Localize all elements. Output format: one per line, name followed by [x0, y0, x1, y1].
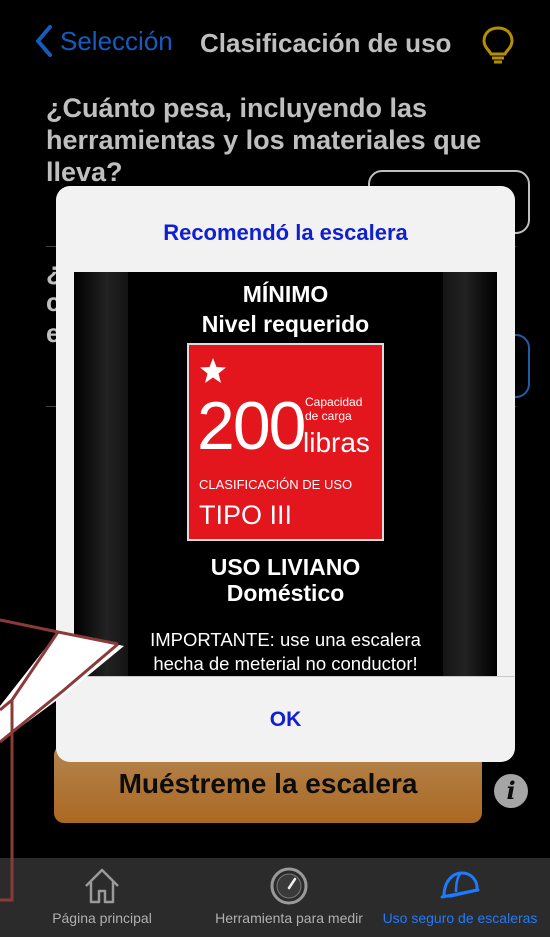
- hardhat-icon: [440, 871, 480, 899]
- classification-type: TIPO III: [199, 500, 293, 530]
- alert-image-panel: MÍNIMO Nivel requerido 200 Capacidad de c…: [74, 272, 497, 676]
- star-icon: [200, 358, 226, 383]
- ok-button[interactable]: OK: [56, 677, 515, 762]
- gauge-icon: [270, 867, 308, 905]
- capacity-unit: libras: [303, 427, 370, 458]
- capacity-value: 200: [197, 388, 306, 464]
- tab-bar: Página principal Herramienta para medir …: [0, 858, 550, 937]
- important-note: IMPORTANTE: use una escalera hecha de met…: [150, 629, 421, 674]
- required-level-heading: Nivel requerido: [201, 311, 370, 337]
- home-icon: [85, 868, 119, 904]
- capacity-caption: Capacidad de carga: [305, 395, 363, 423]
- tab-measure[interactable]: Herramienta para medir: [204, 858, 374, 937]
- tab-measure-label: Herramienta para medir: [215, 910, 363, 926]
- use-subtitle: Doméstico: [226, 580, 345, 606]
- tab-ladder-safety-label: Uso seguro de escaleras: [382, 910, 538, 926]
- tab-home[interactable]: Página principal: [42, 858, 162, 937]
- use-title: USO LIVIANO: [210, 554, 361, 580]
- recommendation-alert: Recomendó la escalera MÍNIMO Nivel reque…: [56, 186, 515, 762]
- ladder-rating-label: 200 Capacidad de carga libras CLASIFICACI…: [187, 343, 384, 541]
- minimum-heading: MÍNIMO: [242, 281, 329, 307]
- tab-ladder-safety[interactable]: Uso seguro de escaleras: [374, 858, 546, 937]
- alert-title: Recomendó la escalera: [163, 220, 408, 245]
- app-screen: Selección Clasificación de uso ¿Cuánto p…: [0, 0, 550, 937]
- tab-home-label: Página principal: [52, 910, 152, 926]
- classification-caption: CLASIFICACIÓN DE USO: [199, 477, 353, 492]
